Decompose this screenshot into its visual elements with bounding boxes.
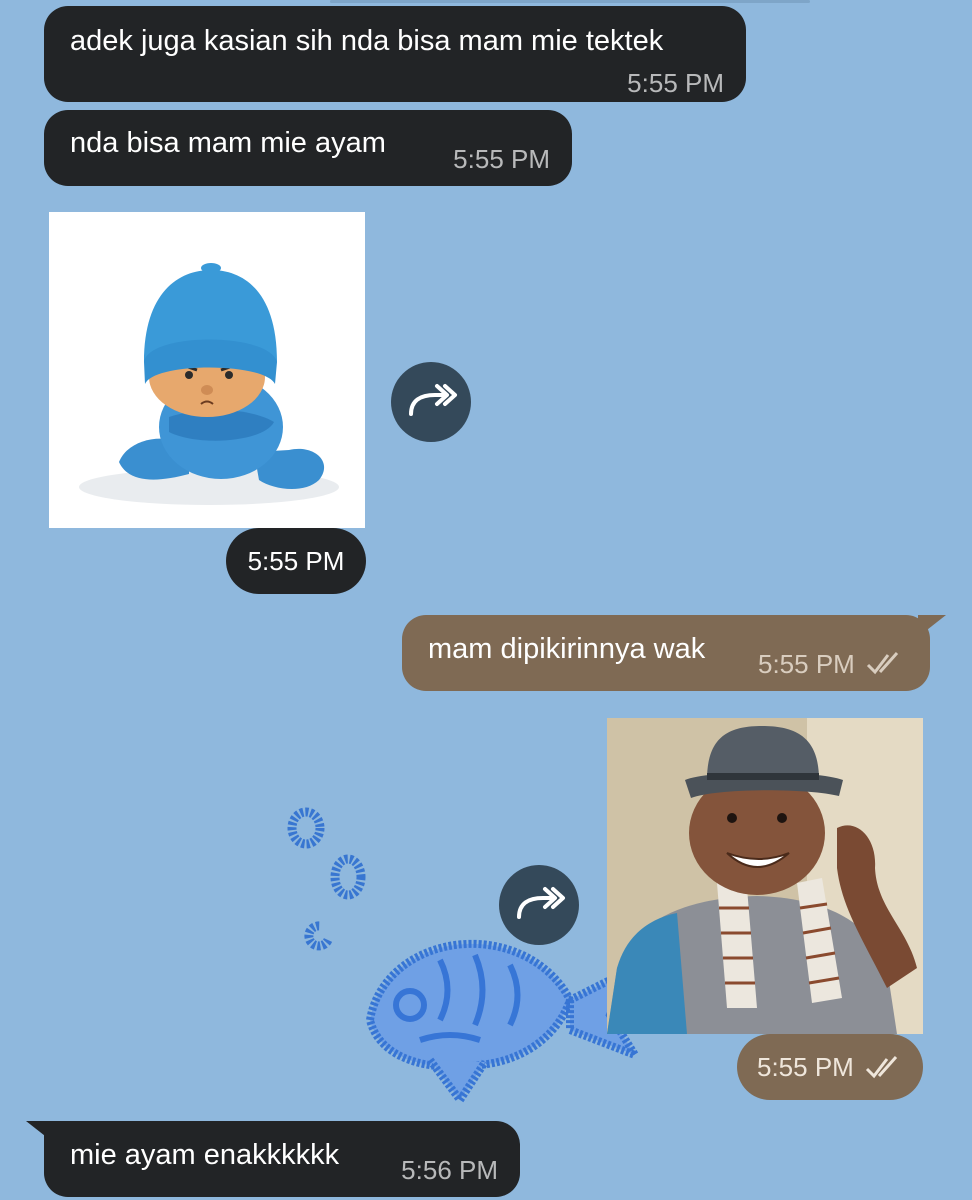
sticker-man-with-hat[interactable] [607,718,923,1034]
message-text: mie ayam enakkkkkk [70,1139,340,1171]
message-text: nda bisa mam mie ayam [70,127,386,159]
message-time: 5:56 PM [401,1155,498,1185]
message-bubble[interactable]: mie ayam enakkkkkk 5:56 PM [44,1121,520,1197]
bubble-tail [918,615,946,637]
sticker-time-badge: 5:55 PM [226,528,366,594]
message-time: 5:55 PM [757,1052,854,1082]
forward-icon [409,384,457,416]
message-text: adek juga kasian sih nda bisa mam mie te… [70,25,664,57]
message-time: 5:55 PM [453,144,550,174]
message-bubble-outgoing[interactable]: mam dipikirinnya wak 5:55 PM [402,615,930,691]
forward-icon [517,887,565,919]
top-edge-shadow [330,0,810,3]
forward-button[interactable] [499,865,579,945]
fish-doodle [287,807,645,1107]
sticker-time-badge: 5:55 PM [737,1034,923,1100]
double-check-icon [866,651,899,675]
man-with-hat-sticker-image [607,718,923,1034]
pocoyo-sticker-image [79,263,339,505]
forward-button[interactable] [391,362,471,442]
message-time: 5:55 PM [758,649,855,679]
sticker-pocoyo[interactable] [49,212,365,528]
bubbles-doodle [287,807,366,951]
message-bubble[interactable]: adek juga kasian sih nda bisa mam mie te… [44,6,746,102]
message-time: 5:55 PM [627,68,724,98]
message-bubble[interactable]: nda bisa mam mie ayam 5:55 PM [44,110,572,186]
message-time: 5:55 PM [247,546,345,576]
message-text: mam dipikirinnya wak [428,633,706,665]
double-check-icon [865,1055,898,1079]
